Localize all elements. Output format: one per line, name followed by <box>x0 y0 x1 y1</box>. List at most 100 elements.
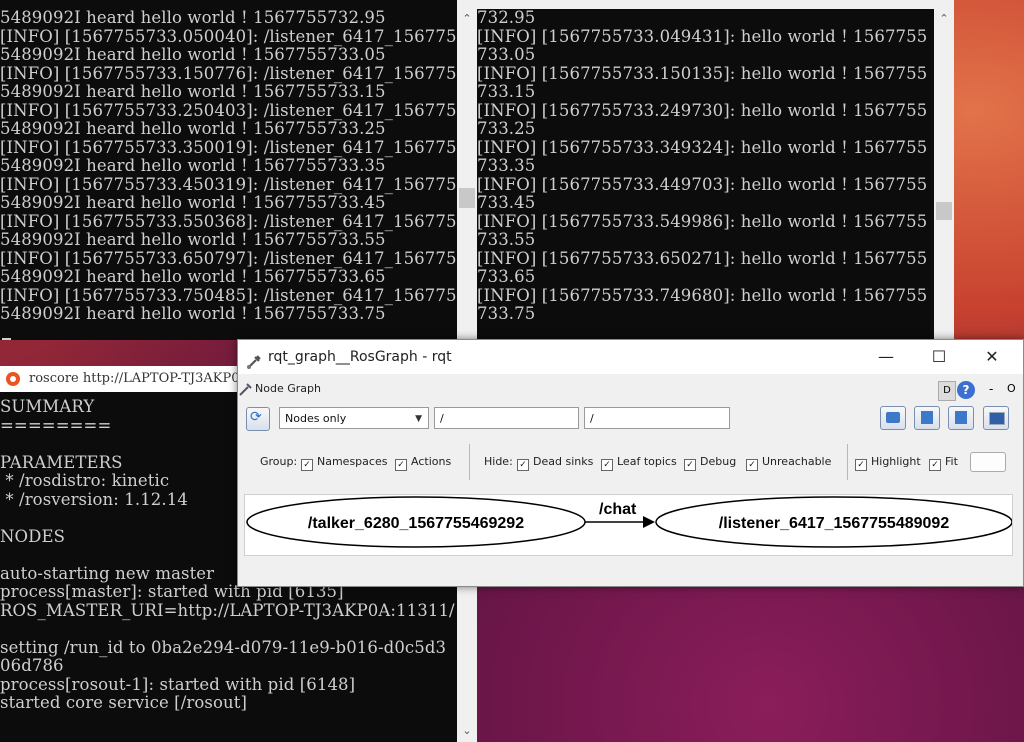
scrollbar[interactable]: ⌃ <box>457 0 477 340</box>
scroll-down-arrow[interactable]: ⌄ <box>457 722 477 740</box>
terminal-output: 732.95 [INFO] [1567755733.049431]: hello … <box>477 8 928 324</box>
terminal-line: 733.15 <box>477 82 536 101</box>
terminal-line: [INFO] [1567755733.549986]: hello world … <box>477 211 928 231</box>
plugin-title: Node Graph <box>255 382 321 395</box>
check-icon: ✓ <box>746 459 758 471</box>
terminal-line: [INFO] [1567755733.249730]: hello world … <box>477 100 928 120</box>
folder-icon <box>886 412 900 423</box>
terminal-line: [INFO] [1567755733.050040]: /listener_64… <box>0 26 457 46</box>
terminal-line: [INFO] [1567755733.349324]: hello world … <box>477 137 928 157</box>
check-icon: ✓ <box>395 459 407 471</box>
listener-terminal[interactable]: 5489092I heard hello world ! 1567755732.… <box>0 0 477 340</box>
checkbox-label: Namespaces <box>317 455 388 468</box>
close-plugin-dash[interactable]: - <box>989 382 993 396</box>
rqt-window[interactable]: rqt_graph__RosGraph - rqt — ☐ ✕ Node Gra… <box>237 339 1024 587</box>
terminal-line: ROS_MASTER_URI=http://LAPTOP-TJ3AKP0A:11… <box>0 600 455 620</box>
chat-edge-label: /chat <box>599 501 637 518</box>
terminal-line: 733.75 <box>477 304 536 323</box>
save-image-button[interactable] <box>983 406 1009 430</box>
save-dot-button[interactable] <box>914 406 940 430</box>
terminal-line: 5489092I heard hello world ! 1567755732.… <box>0 8 386 27</box>
check-icon: ✓ <box>929 459 941 471</box>
terminal-line: 5489092I heard hello world ! 1567755733.… <box>0 193 386 212</box>
namespace-filter-input[interactable]: / <box>434 407 579 429</box>
terminal-line: 733.35 <box>477 156 536 175</box>
terminal-line: [INFO] [1567755733.250403]: /listener_64… <box>0 100 457 120</box>
terminal-line: [INFO] [1567755733.749680]: hello world … <box>477 285 928 305</box>
help-icon[interactable]: ? <box>957 381 975 399</box>
check-icon: ✓ <box>517 459 529 471</box>
hide-leaf-topics-checkbox[interactable]: ✓ Leaf topics <box>601 455 677 471</box>
topic-filter-input[interactable]: / <box>584 407 730 429</box>
fit-checkbox[interactable]: ✓ Fit <box>929 455 958 471</box>
minimize-button[interactable]: — <box>863 340 909 374</box>
hide-unreachable-checkbox[interactable]: ✓ Unreachable <box>746 455 831 471</box>
scroll-up-arrow[interactable]: ⌃ <box>934 10 954 28</box>
mode-select[interactable]: Nodes only ▼ <box>279 407 429 429</box>
checkbox-label: Debug <box>700 455 737 468</box>
checkbox-label: Leaf topics <box>617 455 677 468</box>
chevron-down-icon: ▼ <box>415 414 422 424</box>
highlight-checkbox[interactable]: ✓ Highlight <box>855 455 921 471</box>
divider <box>469 444 470 480</box>
scroll-thumb[interactable] <box>459 188 475 208</box>
terminal-line: [INFO] [1567755733.650271]: hello world … <box>477 248 928 268</box>
terminal-line: 06d786 <box>0 656 64 675</box>
group-namespaces-checkbox[interactable]: ✓ Namespaces <box>301 455 387 471</box>
rqt-title: rqt_graph__RosGraph - rqt <box>268 349 452 365</box>
terminal-line: process[rosout-1]: started with pid [614… <box>0 674 356 694</box>
d-button[interactable]: D <box>938 381 956 401</box>
terminal-line: [INFO] [1567755733.450319]: /listener_64… <box>0 174 457 194</box>
save-svg-button[interactable] <box>948 406 974 430</box>
terminal-line: 5489092I heard hello world ! 1567755733.… <box>0 304 386 323</box>
terminal-line: setting /run_id to 0ba2e294-d079-11e9-b0… <box>0 637 447 657</box>
hide-debug-checkbox[interactable]: ✓ Debug <box>684 455 736 471</box>
terminal-line: 5489092I heard hello world ! 1567755733.… <box>0 45 386 64</box>
terminal-line: 733.05 <box>477 45 536 64</box>
checkbox-label: Highlight <box>871 455 921 468</box>
listener-node-label: /listener_6417_1567755489092 <box>719 515 950 532</box>
scrollbar[interactable]: ⌃ <box>934 0 954 340</box>
terminal-line: [INFO] [1567755733.150776]: /listener_64… <box>0 63 457 83</box>
scroll-thumb[interactable] <box>936 202 952 220</box>
check-icon: ✓ <box>601 459 613 471</box>
maximize-button[interactable]: ☐ <box>916 340 962 374</box>
terminal-line: [INFO] [1567755733.150135]: hello world … <box>477 63 928 83</box>
group-label: Group: <box>260 455 298 468</box>
fit-view-button[interactable] <box>970 452 1006 472</box>
refresh-button[interactable]: ⟳ <box>246 407 270 431</box>
refresh-icon: ⟳ <box>250 409 262 425</box>
terminal-cursor <box>2 338 11 340</box>
divider <box>847 444 848 480</box>
terminal-line: started core service [/rosout] <box>0 693 247 712</box>
terminal-line: 733.55 <box>477 230 536 249</box>
terminal-line: 5489092I heard hello world ! 1567755733.… <box>0 267 386 286</box>
graph-canvas[interactable]: /talker_6280_1567755469292 /chat /listen… <box>244 494 1013 556</box>
terminal-line: 733.65 <box>477 267 536 286</box>
terminal-line: 732.95 <box>477 8 536 27</box>
terminal-output: 5489092I heard hello world ! 1567755732.… <box>0 8 457 324</box>
checkbox-label: Fit <box>945 455 958 468</box>
hide-dead-sinks-checkbox[interactable]: ✓ Dead sinks <box>517 455 593 471</box>
talker-terminal[interactable]: 732.95 [INFO] [1567755733.049431]: hello … <box>477 0 954 340</box>
float-plugin-o[interactable]: O <box>1007 382 1016 395</box>
checkbox-label: Unreachable <box>762 455 832 468</box>
group-actions-checkbox[interactable]: ✓ Actions <box>395 455 451 471</box>
edge-arrowhead <box>643 516 655 528</box>
terminal-line: [INFO] [1567755733.049431]: hello world … <box>477 26 928 46</box>
check-icon: ✓ <box>855 459 867 471</box>
close-button[interactable]: ✕ <box>969 340 1015 374</box>
ubuntu-icon-ring <box>10 376 16 382</box>
checkbox-label: Actions <box>411 455 452 468</box>
rqt-titlebar[interactable]: rqt_graph__RosGraph - rqt — ☐ ✕ <box>238 340 1023 374</box>
window-top-border <box>477 0 954 9</box>
load-dot-button[interactable] <box>880 406 906 430</box>
roscore-title: roscore http://LAPTOP-TJ3AKP0 <box>29 371 240 386</box>
scroll-up-arrow[interactable]: ⌃ <box>457 10 477 28</box>
terminal-line: [INFO] [1567755733.650797]: /listener_64… <box>0 248 457 268</box>
terminal-line: 5489092I heard hello world ! 1567755733.… <box>0 156 386 175</box>
rqt-app-icon <box>246 349 262 369</box>
check-icon: ✓ <box>301 459 313 471</box>
graph-svg: /talker_6280_1567755469292 /chat /listen… <box>246 496 1013 548</box>
